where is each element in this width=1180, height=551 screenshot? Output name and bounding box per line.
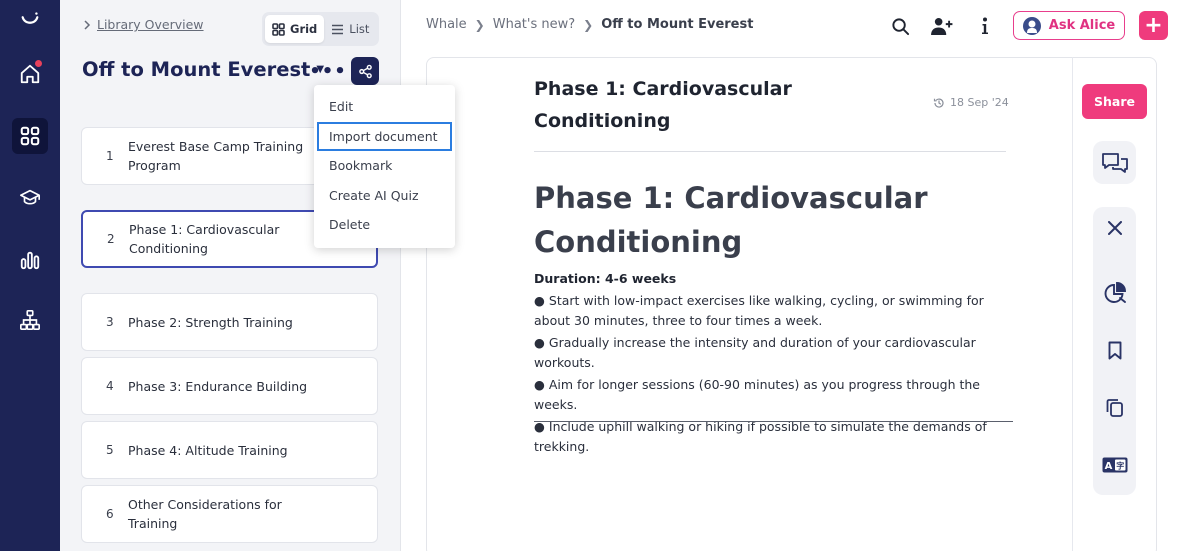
page-heading: Phase 1: Cardiovascular Conditioning <box>534 78 792 132</box>
add-user-button[interactable] <box>927 12 955 40</box>
copy-icon <box>1106 399 1123 417</box>
menu-item-create-ai-quiz[interactable]: Create AI Quiz <box>314 181 455 211</box>
menu-item-edit[interactable]: Edit <box>314 92 455 122</box>
share-network-icon <box>358 64 372 78</box>
library-overview-label: Library Overview <box>97 17 204 32</box>
library-panel: Library Overview Grid List Off to Mount … <box>60 0 401 551</box>
share-button[interactable]: Share <box>1082 84 1147 119</box>
document-title: Off to Mount Everest <box>82 58 311 81</box>
logo-icon[interactable] <box>12 2 48 38</box>
bullet-list: ● Start with low-impact exercises like w… <box>534 291 1014 459</box>
menu-item-import-document[interactable]: Import document <box>317 121 452 151</box>
list-item: ● Start with low-impact exercises like w… <box>534 293 984 328</box>
view-toggle: Grid List <box>262 12 379 46</box>
list-view-button[interactable]: List <box>324 15 376 43</box>
breadcrumb: Whale ❯ What's new? ❯ Off to Mount Evere… <box>426 17 753 32</box>
list-icon <box>332 24 344 34</box>
list-item: ● Gradually increase the intensity and d… <box>534 335 976 370</box>
chapter-number: 5 <box>106 443 114 457</box>
home-icon[interactable] <box>12 56 48 92</box>
share-network-button[interactable] <box>351 57 379 85</box>
chapter-title: Phase 2: Strength Training <box>128 314 293 330</box>
translate-button[interactable]: A字 <box>1093 450 1136 480</box>
close-icon <box>1107 221 1122 235</box>
chapter-title: Phase 3: Endurance Building <box>128 378 308 394</box>
svg-text:字: 字 <box>1116 461 1124 471</box>
page-date: 18 Sep '24 <box>933 96 1009 109</box>
breadcrumb-item[interactable]: What's new? <box>493 17 575 32</box>
chapter-title: Phase 1: Cardiovascular Conditioning <box>129 222 280 256</box>
grid-view-button[interactable]: Grid <box>265 15 325 43</box>
grid-icon <box>272 22 285 36</box>
divider <box>534 151 1006 152</box>
comments-button[interactable] <box>1093 141 1136 184</box>
list-item: ● Include uphill walking or hiking if po… <box>534 419 987 454</box>
library-grid-icon[interactable] <box>12 118 48 154</box>
document-title-dropdown[interactable]: Off to Mount Everest ▼ <box>82 58 324 81</box>
history-icon <box>933 97 944 108</box>
org-chart-icon[interactable] <box>12 302 48 338</box>
bookmark-icon <box>1108 341 1121 359</box>
ask-alice-button[interactable]: Ask Alice <box>1013 11 1125 40</box>
info-button[interactable] <box>971 12 999 40</box>
link-icon <box>84 19 91 30</box>
chevron-right-icon: ❯ <box>474 17 485 32</box>
breadcrumb-item[interactable]: Whale <box>426 17 467 32</box>
chapter-number: 3 <box>106 315 114 329</box>
info-icon <box>982 17 988 34</box>
list-item: ● Aim for longer sessions (60-90 minutes… <box>534 377 980 412</box>
more-options-menu: Edit Import document Bookmark Create AI … <box>314 85 455 248</box>
chapter-number: 4 <box>106 379 114 393</box>
page-date-text: 18 Sep '24 <box>950 96 1009 109</box>
search-button[interactable] <box>886 12 914 40</box>
close-button[interactable] <box>1093 213 1136 243</box>
search-icon <box>891 17 909 35</box>
graduation-cap-icon[interactable] <box>12 180 48 216</box>
grid-view-label: Grid <box>290 22 318 36</box>
library-overview-link[interactable]: Library Overview <box>82 17 204 32</box>
chapter-number: 2 <box>107 232 115 246</box>
notification-dot <box>35 60 42 67</box>
section-heading: Phase 1: Cardiovascular Conditioning <box>534 181 928 259</box>
duration-text: Duration: 4-6 weeks <box>534 271 677 286</box>
ask-alice-label: Ask Alice <box>1048 18 1116 33</box>
chapter-title: Phase 4: Altitude Training <box>128 442 288 458</box>
list-view-label: List <box>349 22 370 36</box>
chapter-number: 6 <box>106 507 114 521</box>
divider <box>534 421 1013 422</box>
bookmark-button[interactable] <box>1093 335 1136 365</box>
nav-rail <box>0 0 60 551</box>
breadcrumb-current: Off to Mount Everest <box>601 17 754 32</box>
chapter-title: Other Considerations for Training <box>128 497 282 531</box>
pie-chart-button[interactable] <box>1093 278 1136 308</box>
chapter-item[interactable]: 4 Phase 3: Endurance Building <box>81 357 378 415</box>
menu-item-delete[interactable]: Delete <box>314 210 455 240</box>
chapter-item[interactable]: 5 Phase 4: Altitude Training <box>81 421 378 479</box>
translate-icon: A字 <box>1102 457 1127 473</box>
svg-text:A: A <box>1104 461 1112 472</box>
analytics-icon[interactable] <box>12 242 48 278</box>
create-new-button[interactable]: + <box>1139 11 1168 40</box>
more-options-button[interactable]: ••• <box>309 60 346 82</box>
divider <box>1072 57 1073 551</box>
add-user-icon <box>930 17 952 35</box>
chat-bubbles-icon <box>1101 152 1128 173</box>
chapter-item[interactable]: 6 Other Considerations for Training <box>81 485 378 543</box>
chapter-number: 1 <box>106 149 114 163</box>
copy-button[interactable] <box>1093 393 1136 423</box>
tools-panel: A字 <box>1093 207 1136 495</box>
pie-chart-icon <box>1104 282 1126 303</box>
alice-avatar-icon <box>1022 16 1041 35</box>
menu-item-bookmark[interactable]: Bookmark <box>314 151 455 181</box>
chapter-title: Everest Base Camp Training Program <box>128 139 304 173</box>
chevron-right-icon: ❯ <box>583 17 594 32</box>
chapter-item[interactable]: 3 Phase 2: Strength Training <box>81 293 378 351</box>
